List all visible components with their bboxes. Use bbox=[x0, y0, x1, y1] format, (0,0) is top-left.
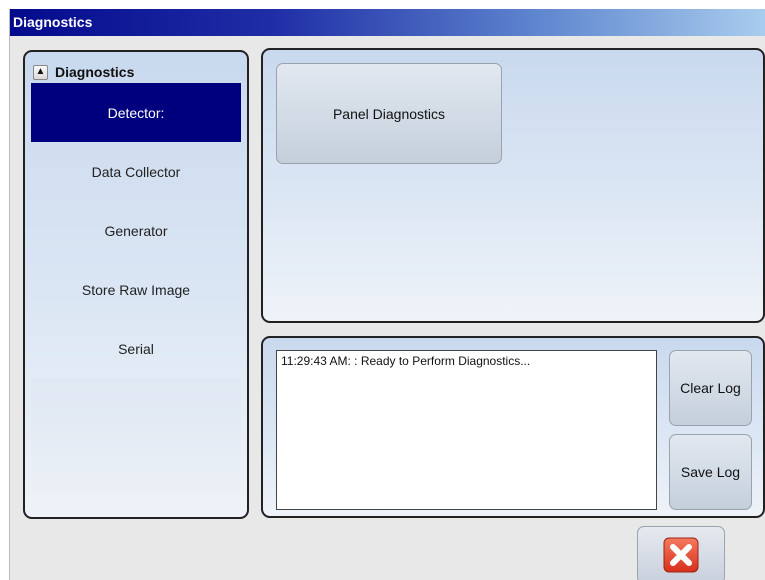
diagnostics-window: Diagnostics ▲ Diagnostics Detector: Data… bbox=[9, 9, 765, 580]
save-log-button[interactable]: Save Log bbox=[669, 434, 752, 510]
log-line: 11:29:43 AM: : Ready to Perform Diagnost… bbox=[281, 354, 531, 368]
nav-item-label: Detector: bbox=[107, 104, 165, 121]
nav-header[interactable]: ▲ Diagnostics bbox=[33, 61, 134, 83]
window-title: Diagnostics bbox=[10, 9, 765, 36]
nav-item-label: Generator bbox=[104, 222, 168, 239]
nav-item-label: Store Raw Image bbox=[81, 281, 191, 298]
close-x-icon bbox=[663, 537, 699, 573]
diagnostics-panel: Panel Diagnostics bbox=[261, 48, 765, 323]
clear-log-label: Clear Log bbox=[680, 380, 741, 396]
nav-item-generator[interactable]: Generator bbox=[31, 201, 241, 260]
close-button[interactable] bbox=[637, 526, 725, 580]
nav-empty-area bbox=[31, 378, 241, 516]
nav-item-store-raw-image[interactable]: Store Raw Image bbox=[31, 260, 241, 319]
nav-header-label: Diagnostics bbox=[55, 64, 135, 80]
save-log-label: Save Log bbox=[680, 464, 741, 480]
nav-list: Detector: Data Collector Generator Store… bbox=[31, 83, 241, 378]
panel-diagnostics-button[interactable]: Panel Diagnostics bbox=[276, 63, 502, 164]
nav-item-serial[interactable]: Serial bbox=[31, 319, 241, 378]
nav-item-detector[interactable]: Detector: bbox=[31, 83, 241, 142]
log-panel: 11:29:43 AM: : Ready to Perform Diagnost… bbox=[261, 336, 765, 518]
nav-item-label: Serial bbox=[118, 340, 154, 357]
log-output[interactable]: 11:29:43 AM: : Ready to Perform Diagnost… bbox=[276, 350, 657, 510]
clear-log-button[interactable]: Clear Log bbox=[669, 350, 752, 426]
nav-item-label: Data Collector bbox=[91, 163, 181, 180]
nav-item-data-collector[interactable]: Data Collector bbox=[31, 142, 241, 201]
chevron-up-icon[interactable]: ▲ bbox=[33, 64, 48, 80]
panel-diagnostics-label: Panel Diagnostics bbox=[332, 105, 446, 122]
nav-panel: ▲ Diagnostics Detector: Data Collector G… bbox=[23, 50, 249, 519]
